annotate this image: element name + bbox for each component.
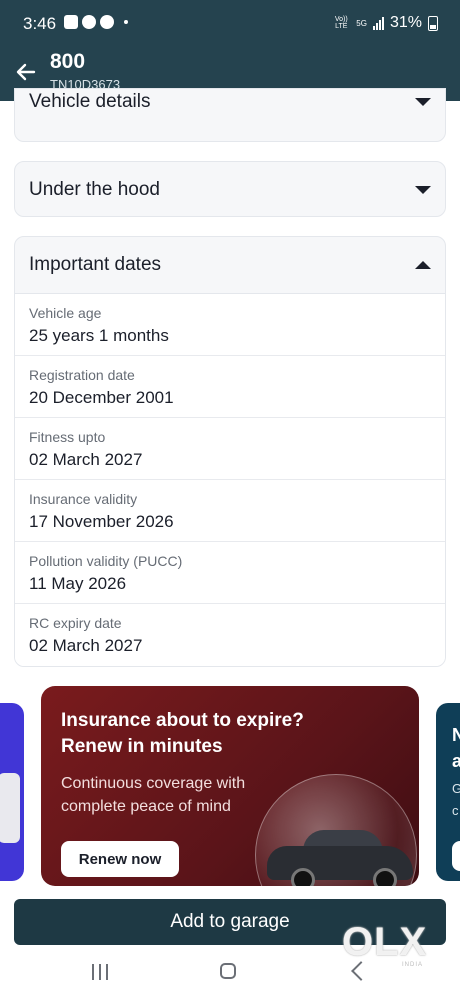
date-row-rc-expiry: RC expiry date 02 March 2027 — [15, 604, 445, 666]
battery-percent: 31% — [389, 14, 422, 31]
vehicle-details-title: Vehicle details — [29, 91, 151, 112]
under-the-hood-title: Under the hood — [29, 179, 160, 200]
battery-icon — [428, 15, 438, 31]
date-label: Vehicle age — [29, 305, 102, 321]
vehicle-details-header[interactable]: Vehicle details — [15, 89, 445, 143]
date-value: 02 March 2027 — [29, 450, 143, 469]
peek-button — [452, 841, 460, 871]
date-row-fitness: Fitness upto 02 March 2027 — [15, 418, 445, 480]
date-label: Registration date — [29, 367, 135, 383]
status-notification-icons — [64, 15, 128, 29]
message-icon — [100, 15, 114, 29]
page-title: 800 — [50, 50, 86, 73]
olx-watermark-subtext: INDIA — [402, 962, 424, 968]
home-icon[interactable] — [220, 963, 236, 979]
gallery-icon — [64, 15, 78, 29]
peek-text: N — [452, 725, 460, 745]
important-dates-title: Important dates — [29, 254, 162, 275]
date-value: 02 March 2027 — [29, 636, 143, 655]
important-dates-section: Important dates Vehicle age 25 years 1 m… — [14, 236, 446, 667]
date-row-pollution: Pollution validity (PUCC) 11 May 2026 — [15, 542, 445, 604]
date-value: 25 years 1 months — [29, 326, 169, 345]
under-the-hood-section[interactable]: Under the hood — [14, 161, 446, 217]
peek-text: c — [452, 803, 459, 818]
more-dot-icon — [124, 20, 128, 24]
back-arrow-icon[interactable] — [14, 60, 38, 84]
chevron-down-icon[interactable] — [415, 186, 431, 194]
status-right: Vo)) LTE 5G 31% — [332, 14, 438, 32]
banner-next[interactable]: N a G c — [436, 703, 460, 881]
date-row-insurance: Insurance validity 17 November 2026 — [15, 480, 445, 542]
dates-list: Vehicle age 25 years 1 months Registrati… — [15, 293, 445, 666]
insurance-banner[interactable]: Insurance about to expire? Renew in minu… — [41, 686, 419, 886]
peek-text: a — [452, 751, 460, 771]
car-image — [0, 773, 20, 843]
date-row-vehicle-age: Vehicle age 25 years 1 months — [15, 294, 445, 356]
date-value: 20 December 2001 — [29, 388, 174, 407]
banner-previous[interactable] — [0, 703, 24, 881]
network-type-icon: 5G — [356, 18, 367, 28]
vehicle-details-section[interactable]: Vehicle details — [14, 88, 446, 142]
date-label: RC expiry date — [29, 615, 122, 631]
signal-icon — [372, 16, 384, 30]
volte-icon: Vo)) LTE — [334, 16, 348, 30]
olx-watermark: OLX — [342, 920, 428, 964]
banner-title: Insurance about to expire? Renew in minu… — [61, 710, 304, 757]
car-wheel-graphic — [291, 868, 315, 886]
car-wheel-graphic — [373, 868, 397, 886]
date-label: Insurance validity — [29, 491, 138, 507]
whatsapp-icon — [82, 15, 96, 29]
date-label: Fitness upto — [29, 429, 106, 445]
date-value: 17 November 2026 — [29, 512, 174, 531]
date-row-registration: Registration date 20 December 2001 — [15, 356, 445, 418]
date-value: 11 May 2026 — [29, 574, 127, 593]
date-label: Pollution validity (PUCC) — [29, 553, 183, 569]
chevron-down-icon[interactable] — [415, 98, 431, 106]
important-dates-header[interactable]: Important dates — [15, 237, 445, 293]
status-time: 3:46 — [23, 14, 57, 33]
under-the-hood-header[interactable]: Under the hood — [15, 162, 445, 218]
renew-now-button[interactable]: Renew now — [61, 841, 179, 877]
peek-text: G — [452, 781, 460, 796]
top-bar: 3:46 Vo)) LTE 5G 31% 800 TN10D3673 — [0, 0, 460, 101]
recent-apps-icon[interactable] — [92, 964, 108, 980]
banner-subtitle: Continuous coverage with complete peace … — [61, 775, 246, 815]
chevron-up-icon[interactable] — [415, 261, 431, 269]
